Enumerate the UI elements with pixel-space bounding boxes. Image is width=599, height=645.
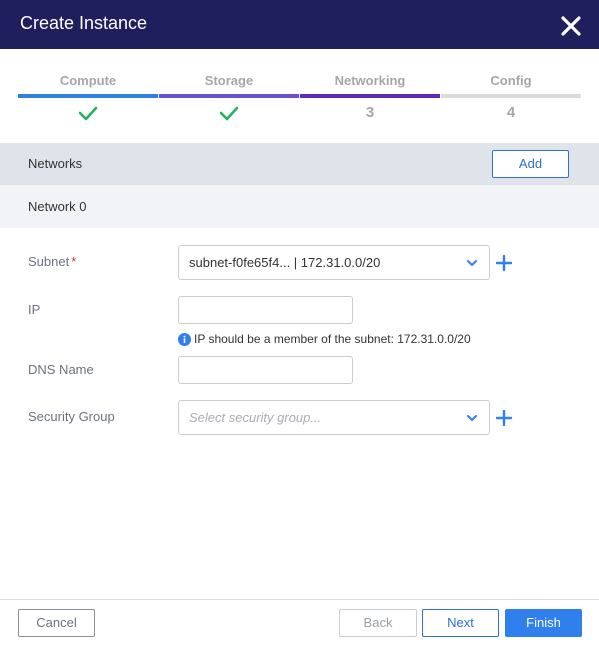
step-progress-bar — [159, 94, 299, 98]
dns-name-label: DNS Name — [28, 362, 94, 377]
add-network-button[interactable]: Add — [492, 150, 569, 178]
step-networking[interactable]: Networking 3 — [300, 72, 440, 128]
modal-header: Create Instance — [0, 0, 599, 49]
step-config[interactable]: Config 4 — [441, 72, 581, 128]
step-storage[interactable]: Storage — [159, 72, 299, 128]
ip-input[interactable] — [178, 296, 353, 324]
network-0-label: Network 0 — [28, 199, 87, 214]
networks-section-header: Networks Add — [0, 143, 599, 185]
close-icon[interactable] — [559, 14, 583, 38]
ip-label: IP — [28, 302, 41, 317]
back-button[interactable]: Back — [339, 609, 417, 637]
subnet-label: Subnet * — [28, 254, 76, 269]
security-group-select[interactable]: Select security group... — [178, 400, 490, 435]
subnet-label-text: Subnet — [28, 254, 70, 269]
step-label: Compute — [59, 73, 117, 88]
ip-hint-text: IP should be a member of the subnet: 172… — [194, 332, 471, 346]
step-progress-bar — [18, 94, 158, 98]
subnet-selected-value: subnet-f0fe65f4... | 172.31.0.0/20 — [189, 255, 381, 270]
step-label: Storage — [204, 73, 254, 88]
step-label: Networking — [334, 73, 406, 88]
cancel-button[interactable]: Cancel — [18, 609, 95, 637]
step-progress-bar — [441, 94, 581, 98]
step-compute[interactable]: Compute — [18, 72, 158, 128]
chevron-down-icon — [467, 415, 477, 421]
dns-name-input[interactable] — [178, 356, 353, 384]
step-label: Config — [490, 73, 532, 88]
modal-title: Create Instance — [20, 13, 148, 33]
info-icon — [178, 333, 191, 346]
add-subnet-plus-icon[interactable] — [496, 255, 512, 271]
required-mark: * — [71, 254, 77, 269]
network-0-header: Network 0 — [0, 185, 599, 228]
finish-button[interactable]: Finish — [505, 609, 582, 637]
check-icon — [159, 103, 299, 123]
footer-divider — [0, 599, 599, 600]
check-icon — [18, 103, 158, 123]
add-security-group-plus-icon[interactable] — [496, 410, 512, 426]
subnet-select[interactable]: subnet-f0fe65f4... | 172.31.0.0/20 — [178, 245, 490, 280]
step-number: 3 — [365, 104, 375, 121]
step-progress-bar — [300, 94, 440, 98]
security-group-label: Security Group — [28, 409, 115, 424]
step-number: 4 — [506, 104, 516, 121]
wizard-steps: Compute Storage Networking 3 Config 4 — [18, 72, 581, 128]
next-button[interactable]: Next — [422, 609, 499, 637]
networks-label: Networks — [28, 156, 83, 171]
chevron-down-icon — [467, 260, 477, 266]
security-group-placeholder: Select security group... — [189, 410, 322, 425]
